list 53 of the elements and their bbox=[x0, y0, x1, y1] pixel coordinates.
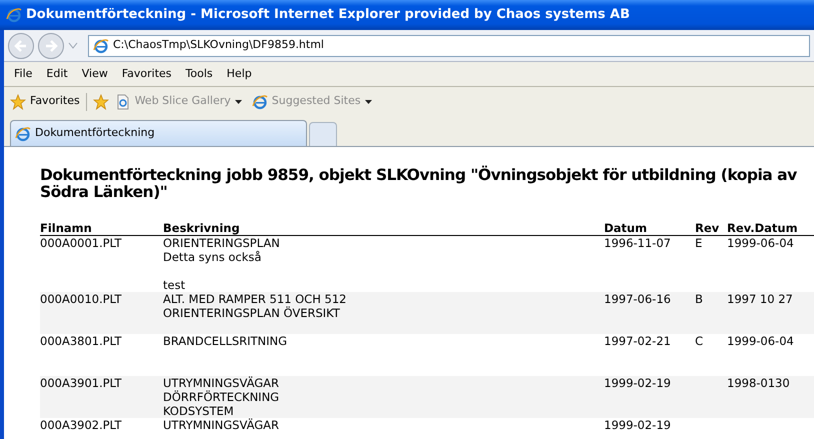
date-cell: 1997-02-21 bbox=[604, 334, 671, 348]
ie-logo-icon bbox=[252, 94, 268, 110]
revision-date-cell: 1997 10 27 bbox=[727, 292, 793, 306]
date-cell: 1999-02-19 bbox=[604, 376, 671, 390]
description-cell: UTRYMNINGSVÄGAR DÖRRFÖRTECKNING KODSYSTEM bbox=[163, 376, 280, 418]
forward-arrow-icon bbox=[44, 38, 58, 52]
description-cell: BRANDCELLSRITNING bbox=[163, 334, 288, 348]
column-header: Beskrivning bbox=[163, 222, 241, 235]
file-name-cell-text: 000A3801.PLT bbox=[40, 334, 123, 348]
page-heading: Dokumentförteckning jobb 9859, objekt SLKOvning "Övningsobjekt för utbildning (kopia av Södra Länken)" bbox=[40, 167, 798, 201]
menu-item[interactable]: Help bbox=[220, 66, 258, 82]
column-header: Rev.Datum bbox=[727, 222, 799, 235]
revision-date-cell: 1999-06-04 bbox=[727, 236, 794, 250]
address-field[interactable]: C:\ChaosTmp\SLKOvning\DF9859.html bbox=[88, 34, 810, 56]
revision-cell: E bbox=[695, 236, 702, 250]
menu-item[interactable]: File bbox=[8, 66, 38, 82]
browser-tab[interactable]: Dokumentförteckning bbox=[10, 120, 307, 146]
ie-logo-icon bbox=[15, 126, 31, 142]
column-header: Filnamn bbox=[40, 222, 93, 235]
menu-item[interactable]: Favorites bbox=[116, 66, 178, 82]
window-title: Dokumentförteckning - Microsoft Internet Explorer provided by Chaos systems AB bbox=[26, 6, 630, 24]
back-arrow-icon bbox=[14, 38, 28, 52]
ie-logo-icon bbox=[6, 7, 22, 23]
description-cell: UTRYMNINGSVÄGAR bbox=[163, 418, 280, 432]
back-button[interactable] bbox=[8, 32, 34, 58]
date-cell: 1999-02-19 bbox=[604, 418, 671, 432]
description-cell: ORIENTERINGSPLAN Detta syns också test bbox=[163, 236, 280, 292]
date-cell: 1997-06-16 bbox=[604, 292, 671, 306]
dropdown-caret-icon bbox=[364, 100, 372, 104]
column-header: Rev bbox=[695, 222, 720, 235]
dropdown-caret-icon bbox=[234, 100, 242, 104]
revision-date-cell: 1998-0130 bbox=[727, 376, 790, 390]
file-name-cell-text: 000A0010.PLT bbox=[40, 292, 123, 306]
menu-item[interactable]: Edit bbox=[40, 66, 74, 82]
date-cell: 1996-11-07 bbox=[604, 236, 671, 250]
page-icon bbox=[114, 94, 131, 110]
revision-cell: B bbox=[695, 292, 703, 306]
revision-cell: C bbox=[695, 334, 704, 348]
add-favorite-star-icon bbox=[92, 94, 109, 110]
column-header: Datum bbox=[604, 222, 648, 235]
star-icon bbox=[10, 94, 26, 110]
file-name-cell-text: 000A3901.PLT bbox=[40, 376, 123, 390]
description-cell: ALT. MED RAMPER 511 OCH 512 ORIENTERINGSPLAN ÖVERSIKT bbox=[163, 292, 346, 320]
revision-date-cell: 1999-06-04 bbox=[727, 334, 794, 348]
forward-button[interactable] bbox=[38, 32, 64, 58]
file-name-cell-text: 000A0001.PLT bbox=[40, 236, 123, 250]
menu-item[interactable]: Tools bbox=[180, 66, 219, 82]
page-ie-icon bbox=[93, 38, 109, 54]
favorites-button[interactable]: Favorites bbox=[10, 93, 80, 110]
dropdown-caret-icon[interactable] bbox=[68, 42, 78, 50]
menu-item[interactable]: View bbox=[76, 66, 114, 82]
file-name-cell-text: 000A3902.PLT bbox=[40, 418, 123, 432]
new-tab-button[interactable] bbox=[309, 122, 337, 146]
